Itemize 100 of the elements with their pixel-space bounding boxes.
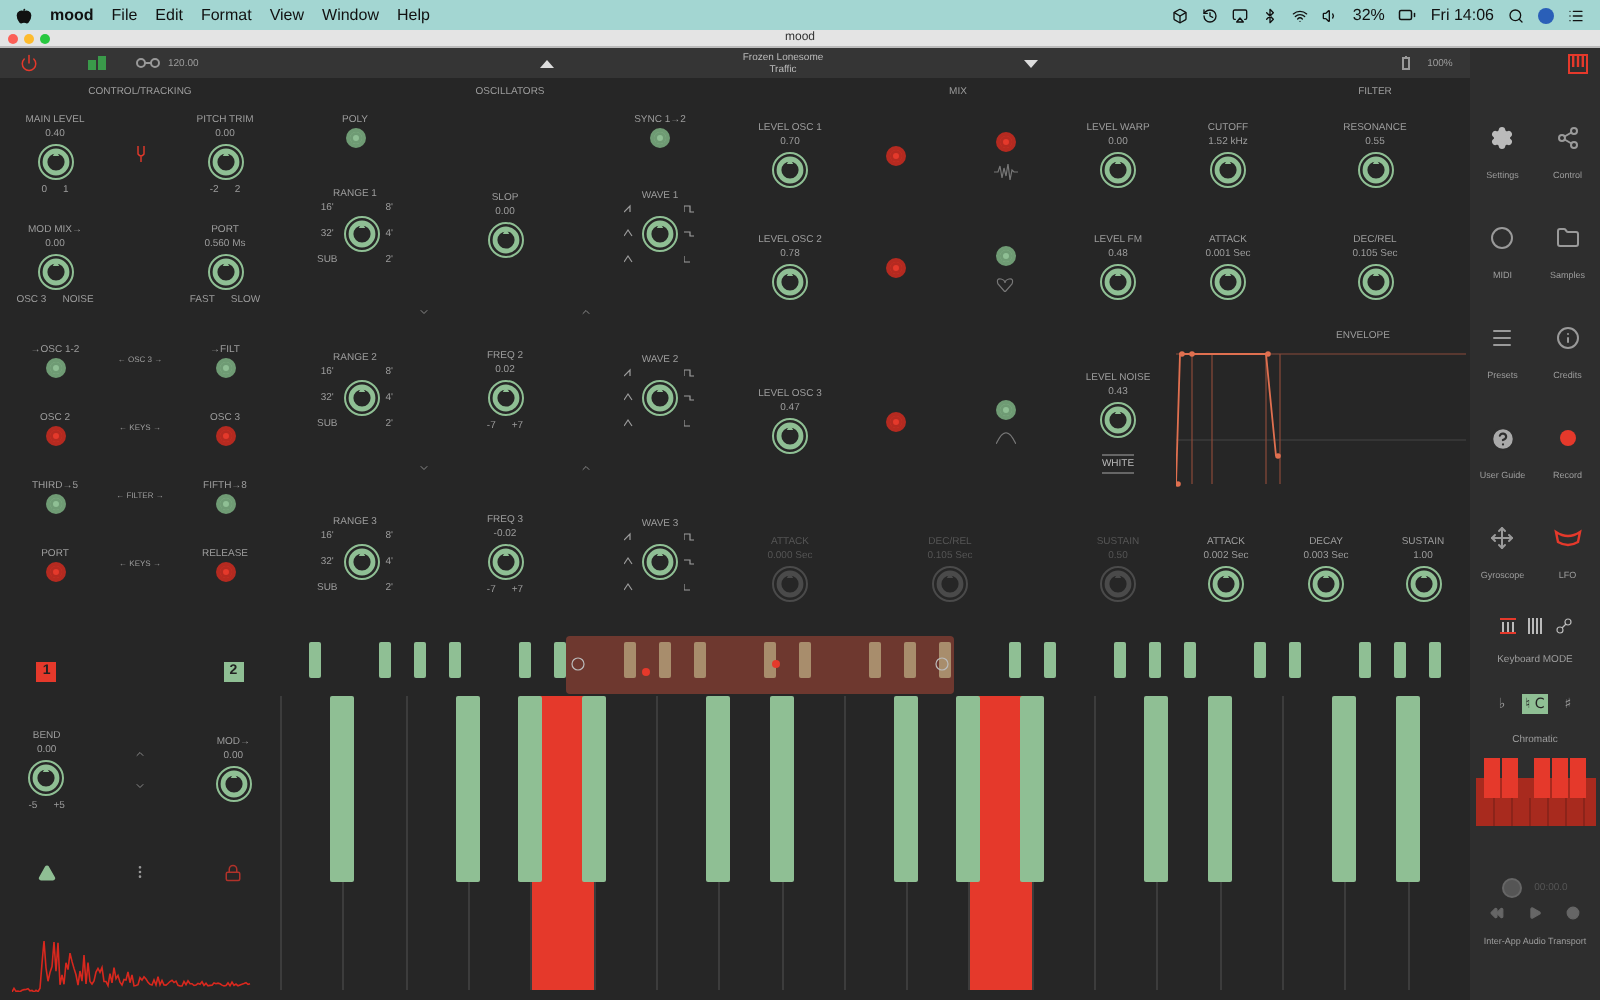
knob[interactable]: [1098, 150, 1138, 190]
toggle-switch[interactable]: [45, 561, 65, 581]
wave-shape-icon: [684, 203, 696, 213]
wave-shape-icon: [624, 367, 636, 377]
toggle-switch[interactable]: [650, 127, 670, 147]
bars-mode-icon[interactable]: [1527, 618, 1543, 634]
toggle-switch[interactable]: [215, 493, 235, 513]
triangle-icon[interactable]: [37, 863, 56, 881]
knob[interactable]: [35, 251, 75, 291]
toggle-switch[interactable]: [995, 400, 1015, 420]
menu-item[interactable]: Help: [396, 6, 430, 24]
wave-shape-icon: [684, 556, 696, 566]
record-button[interactable]: [1502, 878, 1523, 898]
knob[interactable]: [485, 220, 525, 260]
record-icon[interactable]: [1566, 906, 1580, 920]
knob[interactable]: [213, 764, 254, 804]
knob[interactable]: [1098, 399, 1138, 439]
search-icon[interactable]: [1508, 7, 1524, 23]
menu-item[interactable]: Edit: [155, 6, 183, 24]
knob[interactable]: [1098, 262, 1138, 302]
lfo-shape-icon: [1553, 528, 1582, 548]
list-icon: [1490, 326, 1515, 350]
wave-shape-icon: [684, 228, 696, 238]
knob[interactable]: [640, 541, 680, 581]
wave-shape-icon: [684, 367, 696, 377]
wave-shape-icon: [684, 253, 696, 263]
play-icon[interactable]: [1528, 906, 1542, 920]
toggle-switch[interactable]: [885, 258, 905, 278]
knob[interactable]: [1355, 150, 1395, 190]
toggle-switch[interactable]: [215, 561, 235, 581]
history-icon[interactable]: [1202, 7, 1219, 23]
app-menu[interactable]: mood: [50, 6, 94, 24]
knob[interactable]: [341, 541, 382, 581]
volume-icon[interactable]: [1322, 7, 1339, 23]
battery-icon[interactable]: [1398, 6, 1417, 24]
tempo-link-icon[interactable]: [136, 58, 160, 68]
knob[interactable]: [1208, 150, 1248, 190]
wave-shape-icon: [624, 417, 636, 427]
knob[interactable]: [770, 416, 810, 456]
lock-icon[interactable]: [224, 863, 243, 881]
wave-shape-icon: [624, 228, 636, 238]
knob[interactable]: [1306, 564, 1346, 604]
menu-item[interactable]: Window: [322, 6, 379, 24]
knob[interactable]: [35, 141, 75, 181]
wave-shape-icon: [684, 581, 696, 591]
knob[interactable]: [341, 213, 382, 253]
knob[interactable]: [26, 757, 67, 797]
airplay-icon[interactable]: [1232, 7, 1249, 23]
toggle-switch[interactable]: [995, 245, 1015, 265]
avatar-icon[interactable]: [1538, 7, 1554, 23]
keyboard-icon[interactable]: [1568, 53, 1588, 73]
toggle-switch[interactable]: [995, 132, 1015, 152]
help-icon: [1489, 425, 1516, 451]
knob[interactable]: [341, 377, 382, 417]
knob[interactable]: [205, 251, 245, 291]
rewind-icon[interactable]: [1490, 906, 1504, 920]
list-icon[interactable]: [1568, 7, 1584, 23]
toggle-switch[interactable]: [885, 146, 905, 166]
knob[interactable]: [1355, 262, 1395, 302]
toggle-switch[interactable]: [885, 412, 905, 432]
knob[interactable]: [485, 541, 525, 581]
circle-icon: [1490, 226, 1515, 250]
bars-icon[interactable]: [87, 56, 105, 70]
nodes-mode-icon[interactable]: [1555, 618, 1571, 634]
knob[interactable]: [485, 377, 525, 417]
menu-item[interactable]: View: [269, 6, 305, 24]
knob[interactable]: [640, 213, 680, 253]
menu-item[interactable]: File: [111, 6, 138, 24]
menu-item[interactable]: Format: [200, 6, 252, 24]
wave-shape-icon: [624, 392, 636, 402]
knob[interactable]: [640, 377, 680, 417]
toggle-switch[interactable]: [45, 493, 65, 513]
knob[interactable]: [770, 150, 810, 190]
clock[interactable]: Fri 14:06: [1430, 6, 1494, 24]
wave-shape-icon: [684, 392, 696, 402]
battery-percent: 32%: [1352, 6, 1385, 24]
up-triangle-icon[interactable]: [539, 59, 553, 67]
knob[interactable]: [205, 141, 245, 181]
knob[interactable]: [1206, 564, 1246, 604]
wifi-icon[interactable]: [1292, 7, 1309, 23]
bluetooth-icon[interactable]: [1262, 7, 1279, 23]
knob[interactable]: [1208, 262, 1248, 302]
toggle-switch[interactable]: [215, 357, 235, 377]
toggle-switch[interactable]: [215, 425, 235, 445]
apple-logo-icon[interactable]: [16, 7, 32, 23]
toggle-switch[interactable]: [45, 425, 65, 445]
power-icon[interactable]: [19, 54, 37, 72]
knob[interactable]: [1403, 564, 1443, 604]
keys-mode-icon[interactable]: [1499, 618, 1515, 634]
toggle-switch[interactable]: [345, 127, 365, 147]
nodes-icon: [1555, 126, 1580, 150]
heart-icon: [996, 277, 1014, 291]
tuning-fork-icon[interactable]: [135, 146, 145, 162]
dropdown-triangle-icon[interactable]: [1023, 59, 1037, 67]
knob[interactable]: [770, 262, 810, 302]
scale-keyboard-drawing[interactable]: [1475, 758, 1595, 826]
box-icon[interactable]: [1172, 7, 1189, 23]
toggle-switch[interactable]: [45, 357, 65, 377]
settings-icon: [1490, 126, 1515, 150]
info-icon: [1555, 326, 1580, 350]
